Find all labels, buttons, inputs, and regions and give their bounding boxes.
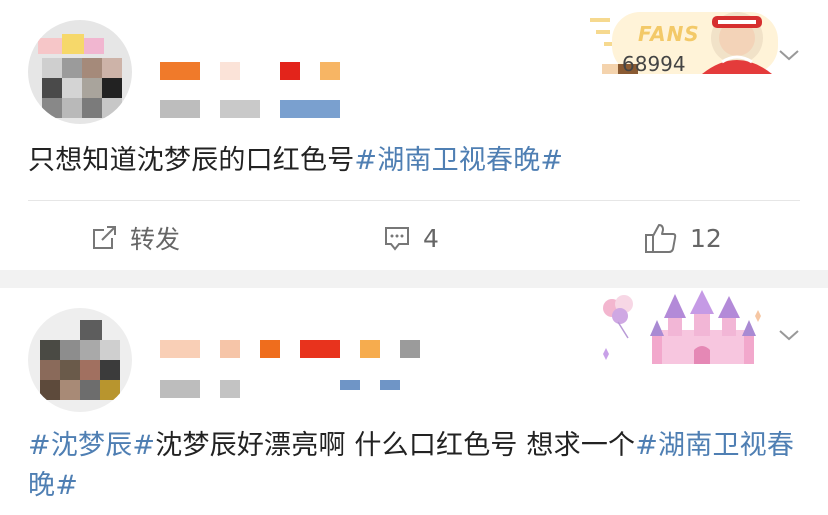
fans-badge-number: 68994 <box>622 52 686 76</box>
comment-count: 4 <box>423 223 439 253</box>
post-card: FANS 68994 只想知道沈梦辰的口红色号#湖南卫视春晚# 转发 4 12 <box>0 0 828 270</box>
topic-tag-link[interactable]: #沈梦辰# <box>28 430 155 461</box>
repost-label: 转发 <box>130 225 181 254</box>
avatar[interactable] <box>28 308 132 412</box>
fans-badge-label: FANS <box>638 22 700 46</box>
comment-button[interactable]: 4 <box>383 218 439 258</box>
chevron-down-icon[interactable] <box>778 328 800 342</box>
castle-badge-icon <box>603 290 761 364</box>
comment-icon <box>385 227 409 251</box>
post-text-body: 沈梦辰好漂亮啊 什么口红色号 想求一个 <box>155 430 636 461</box>
post-content: #沈梦辰#沈梦辰好漂亮啊 什么口红色号 想求一个#湖南卫视春晚# <box>28 426 800 506</box>
chevron-down-icon[interactable] <box>778 48 800 62</box>
post-card: #沈梦辰#沈梦辰好漂亮啊 什么口红色号 想求一个#湖南卫视春晚# <box>0 288 828 515</box>
topic-tag-link[interactable]: #湖南卫视春晚# <box>354 145 563 176</box>
post-content: 只想知道沈梦辰的口红色号#湖南卫视春晚# <box>28 141 563 181</box>
like-button[interactable]: 12 <box>644 218 722 258</box>
avatar[interactable] <box>28 20 132 124</box>
divider <box>28 200 800 201</box>
repost-button[interactable]: 转发 <box>90 218 180 258</box>
share-icon <box>93 226 116 249</box>
like-count: 12 <box>690 223 722 253</box>
post-text-body: 只想知道沈梦辰的口红色号 <box>28 145 355 176</box>
fans-badge-icon: FANS 68994 <box>582 8 778 76</box>
thumbs-up-icon <box>645 224 677 253</box>
